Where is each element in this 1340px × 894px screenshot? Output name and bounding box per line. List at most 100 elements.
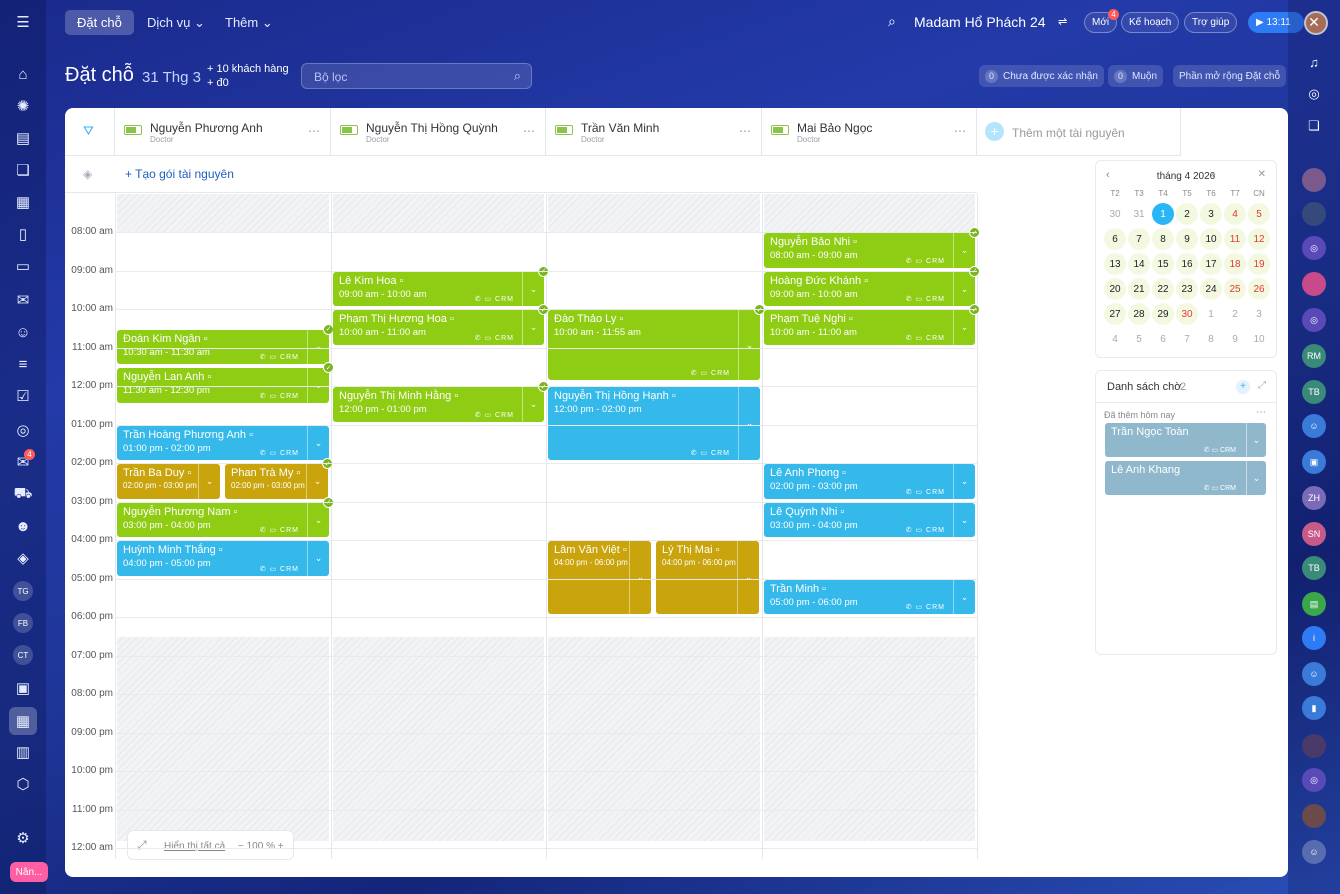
contact-icons[interactable]: ✆ ▭ CRM — [906, 526, 945, 534]
contact-avatar-3[interactable] — [1302, 272, 1326, 296]
calendar-day[interactable]: 1 — [1200, 303, 1222, 325]
checkbox-icon[interactable]: ☑ — [11, 384, 35, 408]
calendar-day[interactable]: 6 — [1152, 328, 1174, 350]
calendar-day[interactable]: 28 — [1128, 303, 1150, 325]
store-icon[interactable]: ▣ — [11, 676, 35, 700]
late-filter[interactable]: 0 Muộn — [1108, 65, 1164, 87]
contact-icons[interactable]: ✆ ▭ CRM — [260, 565, 299, 573]
booking-event[interactable]: Lê Kim Hoa ▫ 09:00 am - 10:00 am ✆ ▭ CRM ⌄ — [333, 271, 544, 307]
group-icon[interactable]: ☺ — [1302, 414, 1326, 438]
box-icon[interactable]: ◈ — [11, 546, 35, 570]
groups-icon[interactable]: ☺ — [11, 320, 35, 344]
info-icon[interactable]: i — [1302, 626, 1326, 650]
calendar-day[interactable]: 31 — [1128, 203, 1150, 225]
chevron-down-icon[interactable]: ⌄ — [307, 425, 329, 461]
add-resource-header[interactable]: + Thêm một tài nguyên — [977, 108, 1181, 156]
hexagon-icon[interactable]: ⬡ — [11, 772, 35, 796]
unconfirmed-filter[interactable]: 0 Chưa được xác nhận — [979, 65, 1104, 87]
calendar-day[interactable]: 18 — [1224, 253, 1246, 275]
contact-avatar-5[interactable] — [1302, 804, 1326, 828]
chevron-down-icon[interactable]: ⌄ — [953, 579, 975, 615]
calendar-day[interactable]: 13 — [1104, 253, 1126, 275]
avatar-tb[interactable]: TB — [1302, 380, 1326, 404]
calendar-day[interactable]: 12 — [1248, 228, 1270, 250]
calendar-day[interactable]: 30 — [1104, 203, 1126, 225]
zoom-level[interactable]: − 100 % + — [238, 841, 284, 852]
extensions-button[interactable]: Phần mở rộng Đặt chỗ — [1173, 65, 1287, 87]
show-all-link[interactable]: Hiển thị tất cả — [164, 841, 225, 852]
add-waitlist-icon[interactable]: + — [1236, 380, 1250, 394]
chevron-down-icon[interactable]: ⌄ — [1246, 461, 1266, 495]
calendar-day[interactable]: 11 — [1224, 228, 1246, 250]
contact-avatar-4[interactable] — [1302, 734, 1326, 758]
menu-icon[interactable]: ☰ — [11, 10, 35, 34]
booking-event[interactable]: Lâm Văn Việt ▫ 04:00 pm - 06:00 pm ⌄ — [548, 541, 651, 615]
chevron-down-icon[interactable]: ⌄ — [953, 502, 975, 538]
contact-icons[interactable]: ✆ ▭ CRM — [1204, 446, 1236, 454]
calendar-day[interactable]: 17 — [1200, 253, 1222, 275]
search-icon[interactable]: ⌕ — [888, 13, 896, 30]
collapse-icon[interactable]: ✕ — [1258, 169, 1266, 180]
booking-event[interactable]: Trần Hoàng Phương Anh ▫ 01:00 pm - 02:00 … — [117, 425, 329, 461]
chevron-down-icon[interactable]: ⌄ — [738, 387, 760, 461]
mail-icon[interactable]: ✉ — [11, 288, 35, 312]
contact-icons[interactable]: ✆ ▭ CRM — [1204, 484, 1236, 492]
contact-icons[interactable]: ✆ ▭ CRM — [906, 488, 945, 496]
funnel-icon[interactable]: ⛛ — [83, 123, 94, 139]
nav-booking[interactable]: Đặt chỗ — [65, 10, 134, 35]
close-icon[interactable]: ✕ — [1302, 10, 1326, 34]
chevron-down-icon[interactable]: ⌄ — [953, 464, 975, 499]
add-clients-link[interactable]: + 10 khách hàng — [207, 62, 289, 76]
calendar-day[interactable]: 8 — [1152, 228, 1174, 250]
copilot-chat-icon[interactable]: ◎ — [1302, 236, 1326, 260]
create-package-link[interactable]: + Tạo gói tài nguyên — [125, 167, 234, 181]
chevron-down-icon[interactable]: ⌄ — [1246, 423, 1266, 457]
calendar-day[interactable]: 2 — [1224, 303, 1246, 325]
booking-event[interactable]: Phạm Tuệ Nghi ▫ 10:00 am - 11:00 am ✆ ▭ CR… — [764, 310, 975, 345]
contact-icons[interactable]: ✆ ▭ CRM — [691, 369, 730, 377]
booking-event[interactable]: Lê Anh Phong ▫ 02:00 pm - 03:00 pm ✆ ▭ CRM… — [764, 464, 975, 499]
add-stats[interactable]: + 10 khách hàng + đ0 — [207, 62, 289, 90]
booking-event[interactable]: Đào Thảo Ly ▫ 10:00 am - 11:55 am ✆ ▭ CRM ⌄ — [548, 310, 760, 381]
booking-event[interactable]: Đoàn Kim Ngân ▫ 10:30 am - 11:30 am ✆ ▭ CR… — [117, 329, 329, 364]
calendar-day[interactable]: 2 — [1176, 203, 1198, 225]
calendar-day[interactable]: 30 — [1176, 303, 1198, 325]
calendar-day[interactable]: 29 — [1152, 303, 1174, 325]
avatar-tg[interactable]: TG — [13, 581, 33, 601]
add-people-icon[interactable]: ☺ — [1302, 840, 1326, 864]
copilot-icon[interactable]: ◎ — [1302, 82, 1326, 106]
calendar-day[interactable]: 9 — [1224, 328, 1246, 350]
drive-icon[interactable]: ▭ — [11, 254, 35, 278]
calendar-day[interactable]: 27 — [1104, 303, 1126, 325]
contact-icons[interactable]: ✆ ▭ CRM — [906, 257, 945, 265]
contact-avatar-2[interactable] — [1302, 202, 1326, 226]
contact-icons[interactable]: ✆ ▭ CRM — [906, 603, 945, 611]
chevron-down-icon[interactable]: ⌄ — [307, 502, 329, 538]
more-icon[interactable]: ⋯ — [954, 124, 966, 138]
booking-event[interactable]: Nguyễn Bảo Nhi ▫ 08:00 am - 09:00 am ✆ ▭ C… — [764, 233, 975, 268]
chevron-down-icon[interactable]: ⌄ — [306, 464, 328, 499]
booking-icon[interactable]: ▦ — [9, 707, 37, 735]
contact-avatar-1[interactable] — [1302, 168, 1326, 192]
booking-event[interactable]: Trần Minh ▫ 05:00 pm - 06:00 pm ✆ ▭ CRM ⌄ — [764, 579, 975, 615]
more-icon[interactable]: ⋯ — [1256, 407, 1266, 418]
chat-bubble-icon[interactable]: ❏ — [1302, 114, 1326, 138]
calendar-day[interactable]: 7 — [1128, 228, 1150, 250]
contact-icons[interactable]: ✆ ▭ CRM — [260, 449, 299, 457]
calendar-day[interactable]: 3 — [1200, 203, 1222, 225]
chevron-down-icon[interactable]: ⌄ — [953, 310, 975, 345]
plan-button[interactable]: Kế hoạch — [1121, 12, 1180, 33]
calendar-day[interactable]: 22 — [1152, 278, 1174, 300]
more-icon[interactable]: ⋯ — [739, 124, 751, 138]
home-icon[interactable]: ⌂ — [11, 62, 35, 86]
calendar-day[interactable]: 20 — [1104, 278, 1126, 300]
expand-icon[interactable]: ⤢ — [1258, 380, 1266, 391]
robot-icon[interactable]: ☻ — [11, 514, 35, 538]
calendar-day[interactable]: 10 — [1200, 228, 1222, 250]
booking-event[interactable]: Lý Thị Mai ▫ 04:00 pm - 06:00 pm ⌄ — [656, 541, 759, 615]
contact-icons[interactable]: ✆ ▭ CRM — [475, 334, 514, 342]
booking-event[interactable]: Trần Ba Duy ▫ 02:00 pm - 03:00 pm ⌄ — [117, 464, 220, 499]
contact-icons[interactable]: ✆ ▭ CRM — [475, 411, 514, 419]
calendar-day[interactable]: 7 — [1176, 328, 1198, 350]
calendar-icon[interactable]: ▦ — [11, 190, 35, 214]
